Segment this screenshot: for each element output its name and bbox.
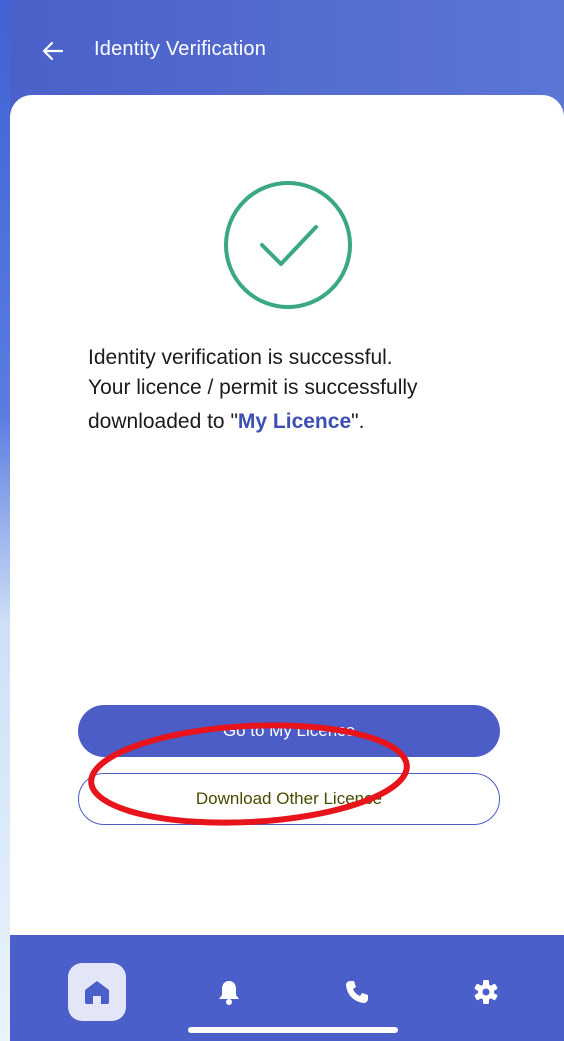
message-suffix: ". — [351, 410, 365, 433]
check-circle-icon — [224, 181, 352, 309]
bottom-navigation — [10, 935, 564, 1041]
my-licence-highlight: My Licence — [237, 410, 352, 433]
nav-notifications[interactable] — [200, 963, 258, 1021]
message-prefix: downloaded to " — [88, 410, 238, 433]
home-icon — [85, 981, 109, 1004]
message-line-2: Your licence / permit is successfully — [88, 376, 418, 399]
go-to-my-licence-button[interactable]: Go to My Licence — [78, 705, 500, 757]
go-to-my-licence-label: Go to My Licence — [222, 721, 356, 740]
nav-contact[interactable] — [328, 963, 386, 1021]
success-message: Identity verification is successful. You… — [88, 343, 528, 437]
background-edge — [0, 0, 10, 1041]
message-line-1: Identity verification is successful. — [88, 346, 393, 369]
back-button[interactable] — [36, 32, 70, 70]
gear-icon — [474, 980, 498, 1004]
page-title: Identity Verification — [94, 38, 267, 60]
download-other-licence-button[interactable]: Download Other Licence — [78, 773, 500, 825]
nav-settings[interactable] — [457, 963, 515, 1021]
download-other-licence-label: Download Other Licence — [195, 789, 383, 808]
home-indicator — [188, 1027, 398, 1033]
arrow-left-icon — [42, 41, 64, 61]
bell-icon — [219, 981, 239, 1005]
nav-home[interactable] — [68, 963, 126, 1021]
message-line-3: downloaded to "My Licence". — [88, 407, 528, 437]
phone-icon — [346, 981, 368, 1003]
